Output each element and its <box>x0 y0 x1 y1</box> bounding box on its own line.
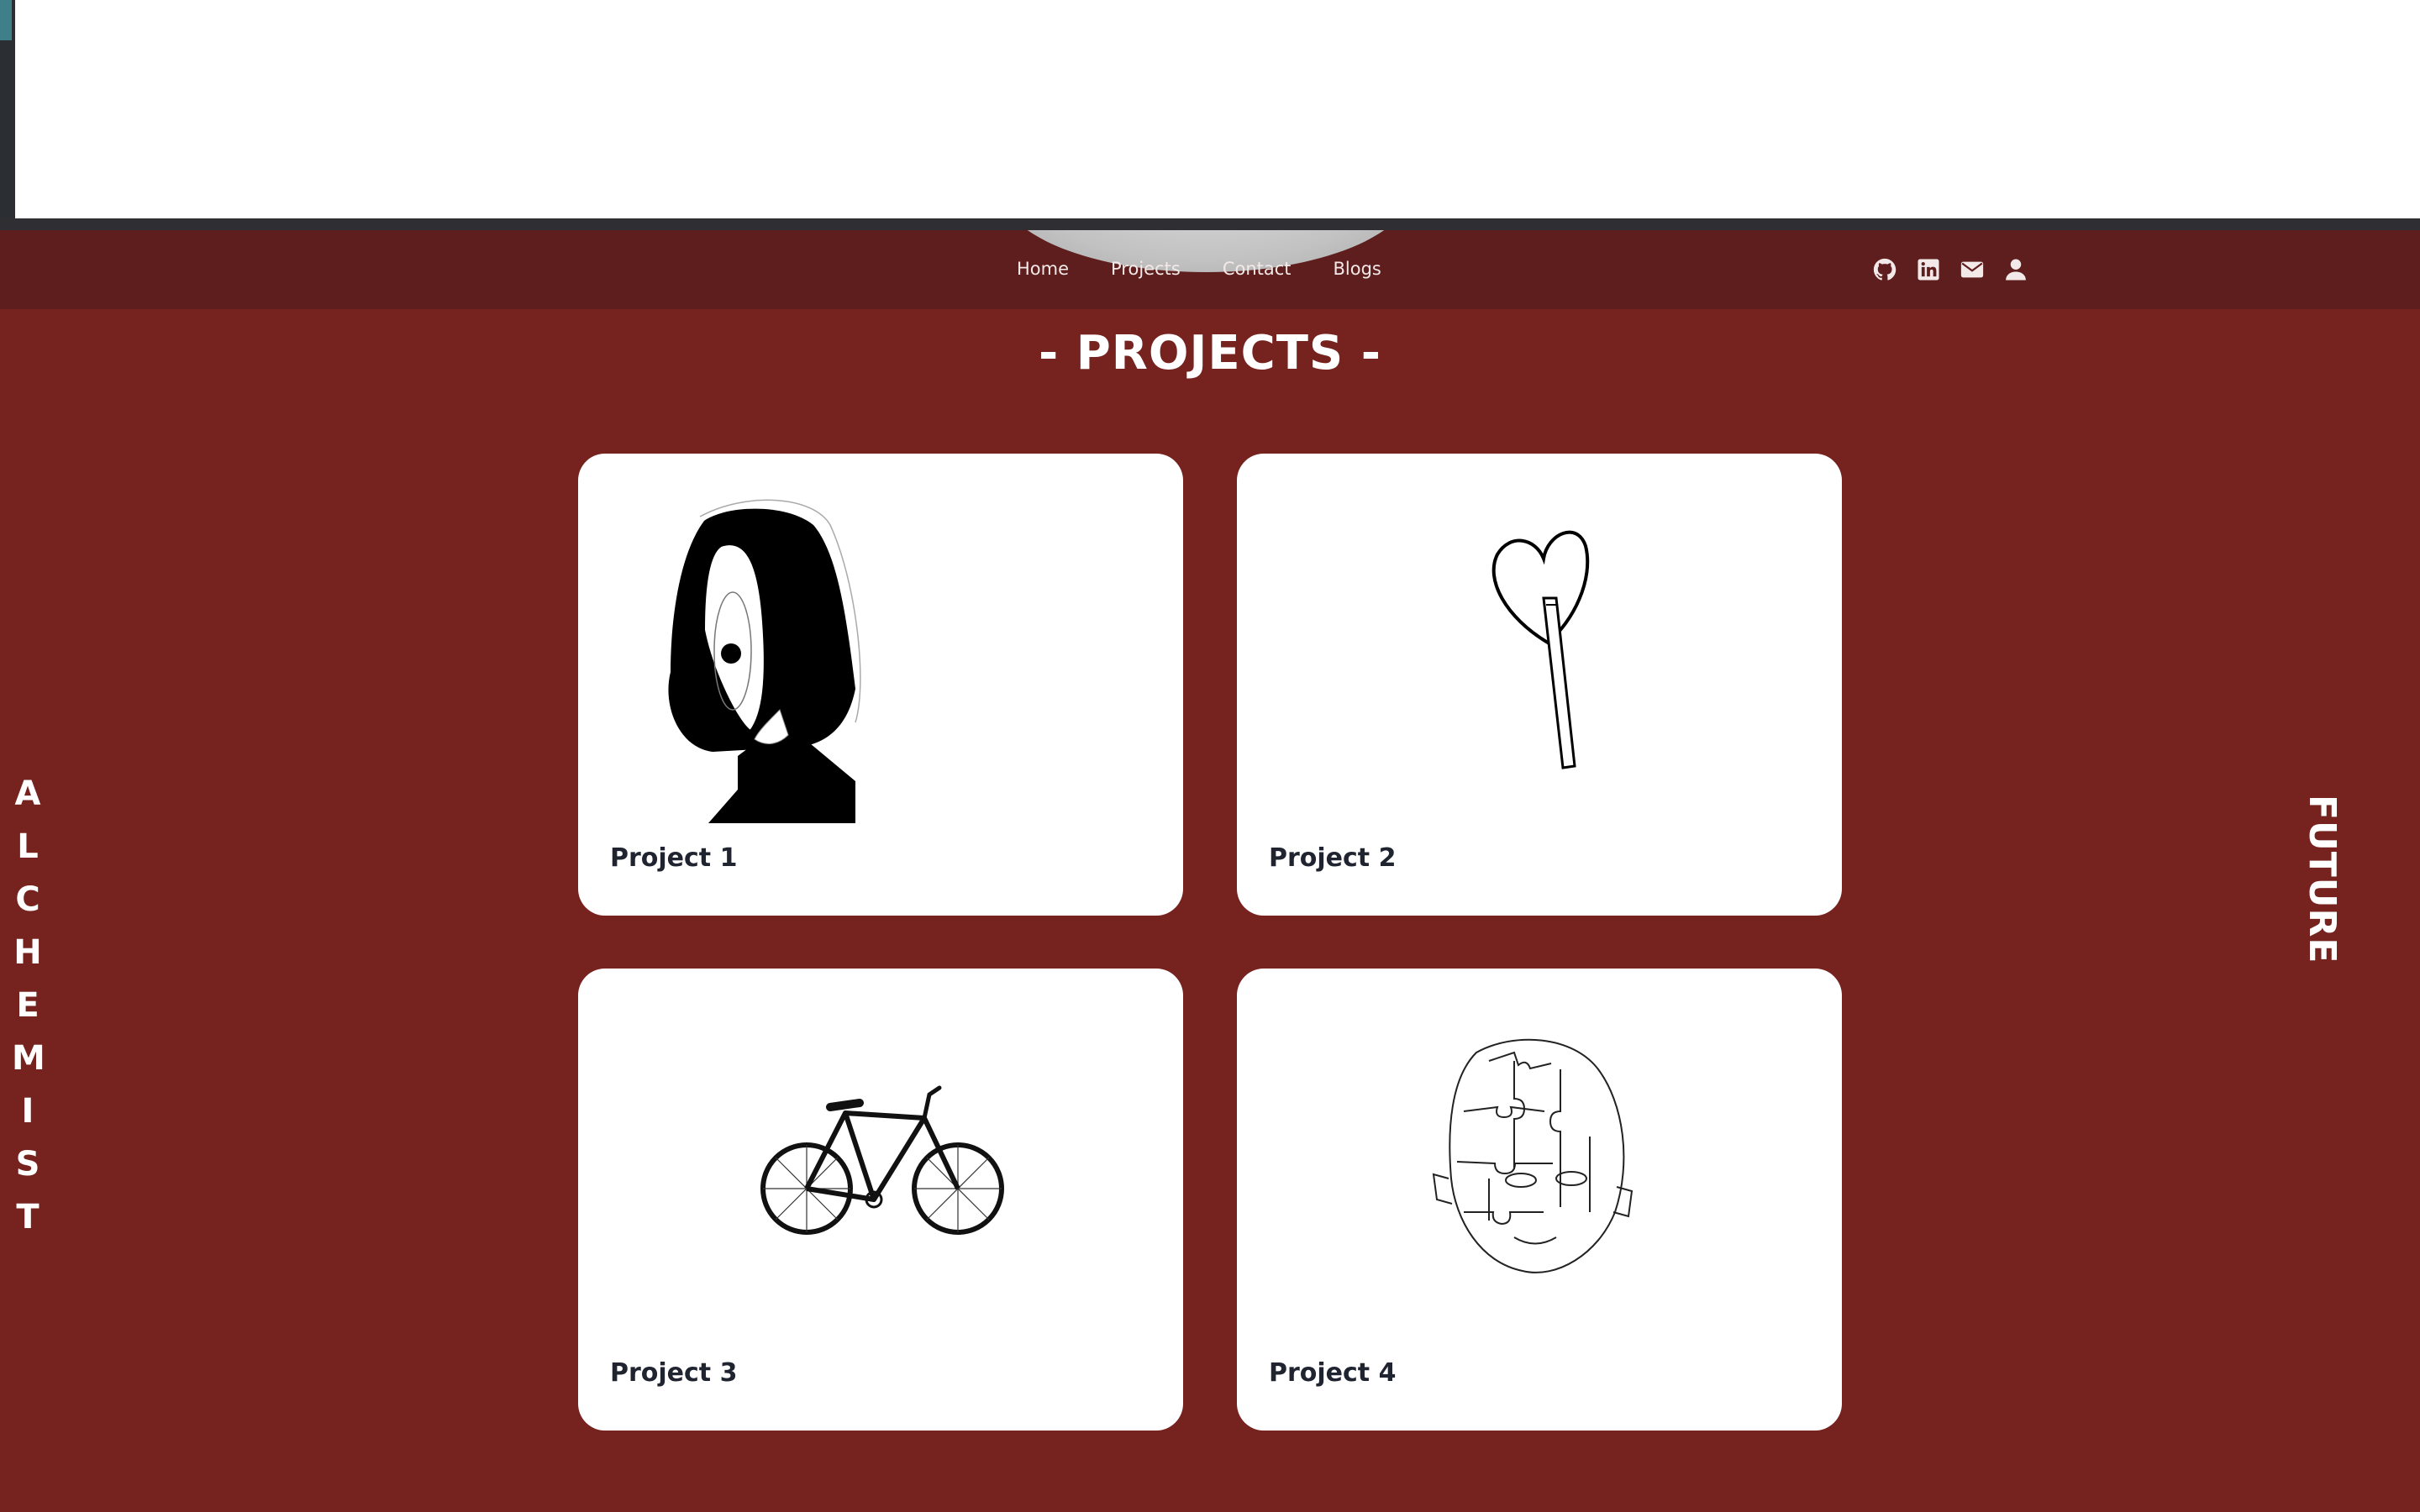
nav-link-projects[interactable]: Projects <box>1111 259 1181 279</box>
nav-link-blogs[interactable]: Blogs <box>1334 259 1381 279</box>
project-label: Project 2 <box>1269 843 1397 873</box>
side-letter: M <box>12 1039 45 1078</box>
project-card-4[interactable]: Project 4 <box>1237 969 1842 1431</box>
nav-links: Home Projects Contact Blogs <box>1017 259 1423 279</box>
side-letter: S <box>15 1145 40 1184</box>
side-letter: H <box>13 933 42 972</box>
user-icon[interactable] <box>2003 257 2028 282</box>
side-letter: T <box>16 1198 39 1236</box>
project-card-1[interactable]: Project 1 <box>578 454 1183 916</box>
window-divider <box>0 218 2420 230</box>
one-eyed-girl-illustration <box>668 499 861 823</box>
project-card-2[interactable]: Project 2 <box>1237 454 1842 916</box>
project-label: Project 1 <box>610 843 738 873</box>
project-label: Project 3 <box>610 1358 738 1388</box>
github-icon[interactable] <box>1872 257 1897 282</box>
window-edge <box>0 0 15 227</box>
mail-icon[interactable] <box>1960 257 1985 282</box>
side-letter: L <box>17 827 39 866</box>
side-text-future: FUTURE <box>2301 795 2344 964</box>
heart-lollipop-illustration <box>1491 530 1590 769</box>
side-letter: A <box>14 774 41 813</box>
blank-top-area <box>15 0 2420 218</box>
project-card-3[interactable]: Project 3 <box>578 969 1183 1431</box>
social-icons <box>1872 257 2028 282</box>
linkedin-icon[interactable] <box>1916 257 1941 282</box>
side-letter: I <box>21 1092 34 1131</box>
side-letter: E <box>16 986 39 1025</box>
bicycle-illustration <box>760 1085 1004 1235</box>
nav-link-contact[interactable]: Contact <box>1223 259 1292 279</box>
navbar: Home Projects Contact Blogs <box>0 230 2420 309</box>
puzzle-face-illustration <box>1432 1038 1634 1273</box>
side-text-alchemist: ALCHEMIST <box>12 768 45 1244</box>
project-label: Project 4 <box>1269 1358 1397 1388</box>
nav-link-home[interactable]: Home <box>1017 259 1069 279</box>
page-title: - PROJECTS - <box>1039 326 1381 381</box>
side-letter: C <box>15 880 40 919</box>
